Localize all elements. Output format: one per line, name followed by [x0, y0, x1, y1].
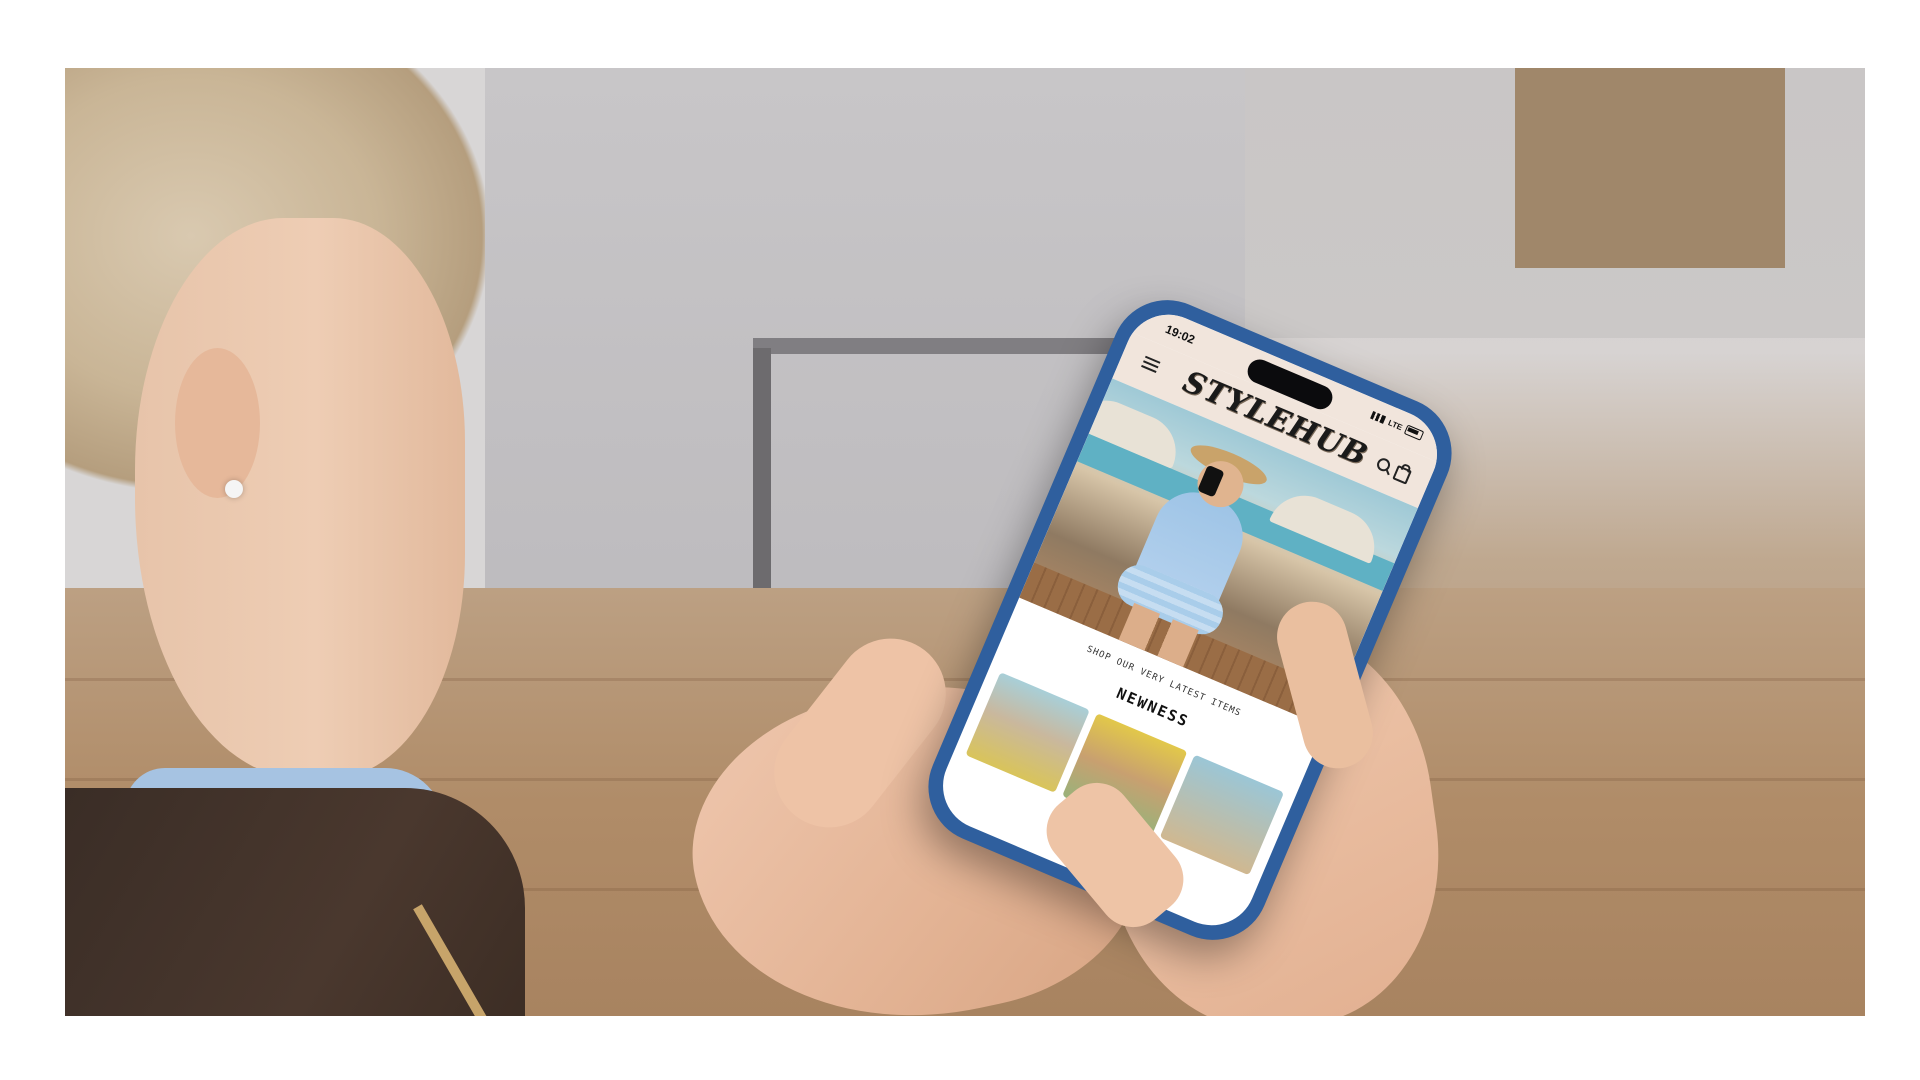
shelf-niche: [1515, 68, 1785, 268]
photo-scene: [65, 68, 1865, 1016]
status-time: 19:02: [1163, 322, 1198, 347]
cabinet-leg: [753, 348, 771, 608]
person-face: [135, 218, 465, 778]
shopping-bag-icon[interactable]: [1392, 464, 1412, 485]
battery-icon: [1403, 424, 1425, 441]
search-icon[interactable]: [1375, 456, 1393, 474]
person-ear: [175, 348, 260, 498]
hamburger-menu-icon[interactable]: [1141, 355, 1161, 373]
earring: [225, 480, 243, 498]
signal-icon: [1370, 411, 1387, 425]
network-label: LTE: [1386, 417, 1404, 432]
